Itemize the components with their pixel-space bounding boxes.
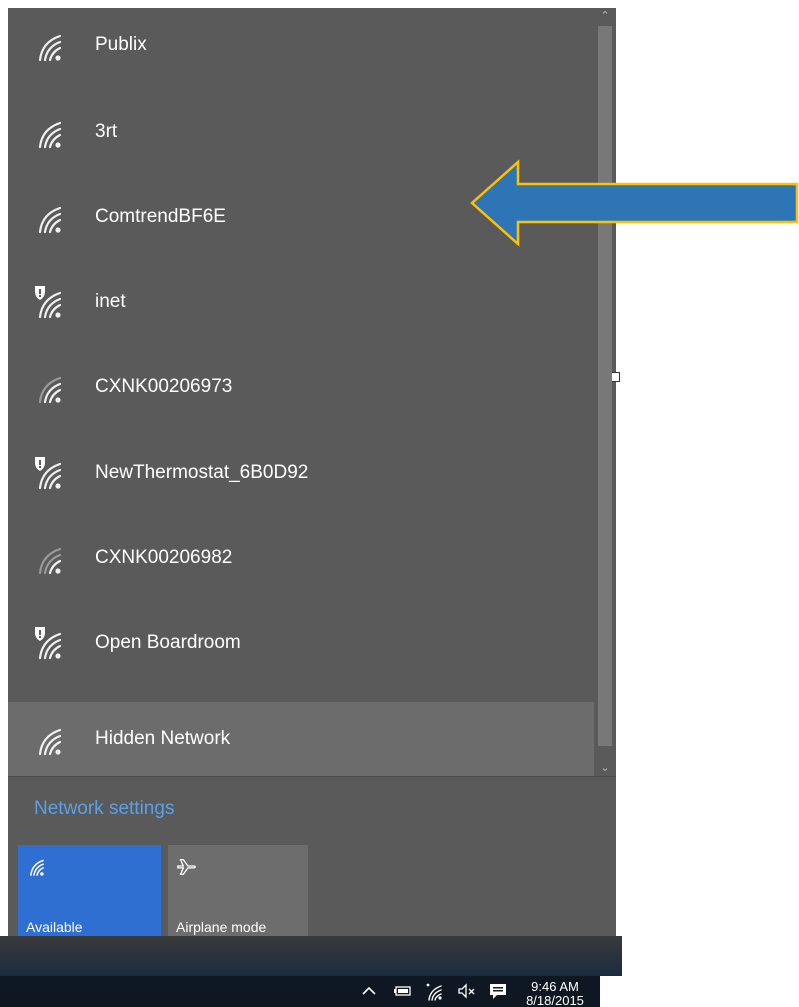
network-name: inet	[95, 291, 126, 312]
clock-date[interactable]: 8/18/2015	[518, 993, 592, 1007]
network-name: Publix	[95, 34, 147, 55]
wifi-icon	[30, 859, 44, 876]
network-name: Open Boardroom	[95, 632, 241, 653]
wifi-tray-icon[interactable]	[424, 981, 446, 1001]
network-flyout: Publix 3rt ComtrendBF6E inet CXNK0020697…	[8, 8, 616, 976]
divider	[8, 776, 616, 777]
clock-time[interactable]: 9:46 AM	[518, 979, 592, 994]
speaker-muted-icon[interactable]	[456, 981, 478, 1001]
network-item-publix[interactable]: Publix	[8, 8, 594, 82]
network-name: Hidden Network	[95, 728, 231, 749]
wifi-signal-icon	[38, 728, 62, 756]
resize-handle	[612, 372, 620, 382]
network-item-cxnk00206973[interactable]: CXNK00206973	[8, 350, 594, 424]
callout-arrow-icon	[470, 159, 799, 247]
desktop-background-strip	[0, 936, 622, 976]
network-item-newthermostat[interactable]: NewThermostat_6B0D92	[8, 436, 594, 510]
action-center-icon[interactable]	[487, 981, 509, 1001]
network-item-inet[interactable]: inet	[8, 265, 594, 339]
airplane-mode-tile[interactable]: Airplane mode	[168, 845, 308, 945]
scroll-thumb[interactable]	[598, 26, 612, 746]
wifi-tile-label: Available	[26, 919, 83, 935]
chevron-up-icon[interactable]	[358, 981, 380, 1001]
airplane-icon	[177, 858, 196, 875]
network-name: CXNK00206973	[95, 376, 233, 397]
wifi-signal-icon	[38, 121, 62, 149]
scroll-down-arrow-icon[interactable]: ⌄	[594, 760, 616, 776]
network-settings-link[interactable]: Network settings	[34, 798, 174, 820]
wifi-quick-action-tile[interactable]: Available	[18, 845, 161, 945]
network-name: ComtrendBF6E	[95, 206, 226, 227]
wifi-signal-weak-icon	[38, 547, 62, 575]
network-item-hidden-network[interactable]: Hidden Network	[8, 702, 594, 776]
scroll-up-arrow-icon[interactable]: ⌃	[594, 8, 616, 24]
wifi-secured-warning-icon	[35, 627, 62, 660]
scrollbar[interactable]: ⌃ ⌄	[594, 8, 616, 776]
network-item-cxnk00206982[interactable]: CXNK00206982	[8, 521, 594, 595]
battery-icon[interactable]	[392, 981, 414, 1001]
network-item-open-boardroom[interactable]: Open Boardroom	[8, 606, 594, 680]
network-list: Publix 3rt ComtrendBF6E inet CXNK0020697…	[8, 8, 616, 776]
wifi-secured-warning-icon	[35, 286, 62, 319]
airplane-tile-label: Airplane mode	[176, 919, 267, 935]
wifi-secured-warning-icon	[35, 457, 62, 490]
network-name: CXNK00206982	[95, 547, 233, 568]
network-name: NewThermostat_6B0D92	[95, 462, 309, 483]
wifi-signal-weak-icon	[38, 376, 62, 404]
taskbar: 9:46 AM 8/18/2015	[0, 976, 600, 1007]
network-name: 3rt	[95, 121, 118, 142]
wifi-signal-icon	[38, 34, 62, 62]
wifi-signal-icon	[38, 206, 62, 234]
